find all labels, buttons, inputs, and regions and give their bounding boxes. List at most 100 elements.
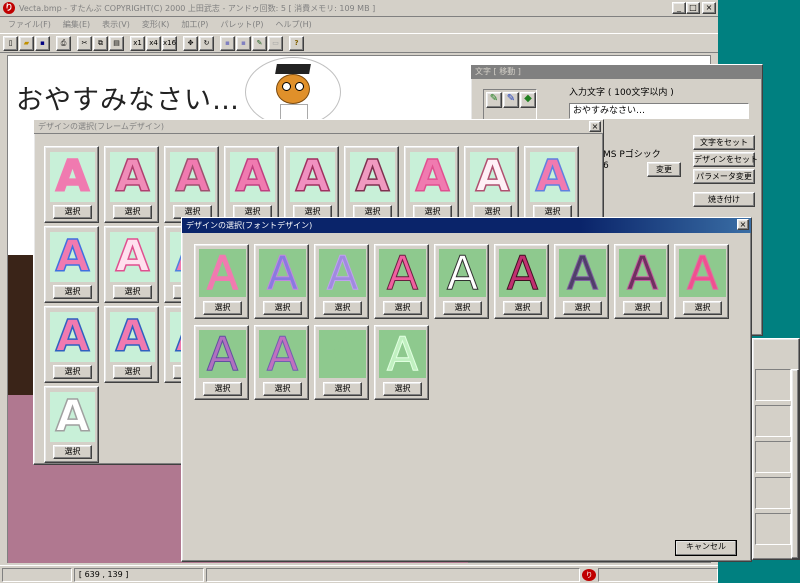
frame-select-button[interactable]: 選択 — [53, 365, 92, 379]
font-select-button[interactable]: 選択 — [563, 301, 602, 315]
font-design-glyph: A — [386, 327, 419, 381]
status-cell-4 — [598, 567, 718, 582]
side-panel-window — [752, 338, 800, 560]
side-panel-slot[interactable] — [755, 405, 791, 437]
font-design-cell: A 選択 — [494, 244, 549, 319]
menu-view[interactable]: 表示(V) — [102, 19, 130, 30]
side-panel-slot[interactable] — [755, 441, 791, 473]
menu-palette[interactable]: パレット(P) — [220, 19, 263, 30]
print-icon[interactable]: ⎙ — [56, 35, 71, 51]
font-design-cell: A 選択 — [314, 325, 369, 400]
frame-design-preview: A — [410, 152, 455, 202]
set-design-button[interactable]: デザインをセット — [693, 152, 758, 167]
font-select-button[interactable]: 選択 — [383, 301, 422, 315]
menu-process[interactable]: 加工(P) — [181, 19, 208, 30]
frame-design-glyph: A — [115, 151, 151, 202]
font-design-glyph: A — [506, 246, 539, 300]
font-select-button[interactable]: 選択 — [203, 301, 242, 315]
menu-file[interactable]: ファイル(F) — [8, 19, 51, 30]
frame-design-preview: A — [110, 152, 155, 202]
cut-icon[interactable]: ✂ — [77, 35, 92, 51]
text-input-field[interactable]: おやすみなさい… — [569, 103, 749, 119]
new-file-icon[interactable]: ▯ — [3, 35, 18, 51]
frame-design-glyph: A — [355, 151, 391, 202]
frame-design-glyph: A — [55, 231, 91, 282]
font-design-preview: A — [199, 330, 246, 378]
fill-icon[interactable]: ◆ — [520, 92, 536, 108]
font-select-button[interactable]: 選択 — [683, 301, 722, 315]
font-design-cell: A 選択 — [434, 244, 489, 319]
font-design-cell: A 選択 — [194, 325, 249, 400]
menu-transform[interactable]: 変形(K) — [142, 19, 170, 30]
font-design-preview: A — [439, 249, 486, 297]
font-design-glyph: A — [446, 246, 479, 300]
paste-icon[interactable]: ▤ — [109, 35, 124, 51]
frame-select-button[interactable]: 選択 — [113, 365, 152, 379]
tool-a-icon[interactable]: ▪ — [220, 35, 235, 51]
frame-select-button[interactable]: 選択 — [113, 205, 152, 219]
font-design-glyph: A — [266, 327, 299, 381]
font-select-button[interactable]: 選択 — [383, 382, 422, 396]
minimize-button[interactable]: _ — [672, 2, 686, 14]
input-label: 入力文字 ( 100文字以内 ) — [569, 88, 674, 98]
frame-select-button[interactable]: 選択 — [53, 285, 92, 299]
frame-design-cell: A選択 — [344, 146, 399, 223]
frame-design-cell: A選択 — [224, 146, 279, 223]
font-design-cell: A 選択 — [194, 244, 249, 319]
open-folder-icon[interactable]: ▰ — [19, 35, 34, 51]
side-panel-slot[interactable] — [755, 477, 791, 509]
frame-design-glyph: A — [115, 231, 151, 282]
font-select-button[interactable]: 選択 — [623, 301, 662, 315]
font-select-button[interactable]: 選択 — [203, 382, 242, 396]
frame-design-cell: A選択 — [44, 306, 99, 383]
menu-edit[interactable]: 編集(E) — [63, 19, 90, 30]
help-icon[interactable]: ? — [289, 35, 304, 51]
tool-b-icon[interactable]: ▪ — [236, 35, 251, 51]
font-design-cell: A 選択 — [374, 244, 429, 319]
pen-green-icon[interactable]: ✎ — [486, 92, 502, 108]
rotate-icon[interactable]: ↻ — [199, 35, 214, 51]
bake-button[interactable]: 焼き付け — [693, 192, 755, 207]
frame-select-button[interactable]: 選択 — [113, 285, 152, 299]
frame-design-glyph: A — [55, 391, 91, 442]
side-panel-scrollbar[interactable] — [791, 369, 799, 559]
zoom-x4-button[interactable]: x4 — [146, 35, 161, 51]
font-select-button[interactable]: 選択 — [323, 301, 362, 315]
change-param-button[interactable]: パラメータ変更 — [693, 169, 755, 184]
frame-select-button[interactable]: 選択 — [53, 445, 92, 459]
zoom-x16-button[interactable]: x16 — [162, 35, 177, 51]
frame-design-preview: A — [470, 152, 515, 202]
side-panel-slot[interactable] — [755, 513, 791, 545]
font-change-button[interactable]: 変更 — [647, 162, 681, 177]
font-select-button[interactable]: 選択 — [323, 382, 362, 396]
menu-bar: ファイル(F) 編集(E) 表示(V) 変形(K) 加工(P) パレット(P) … — [0, 17, 718, 32]
font-design-cell: A 選択 — [314, 244, 369, 319]
move-icon[interactable]: ✥ — [183, 35, 198, 51]
frame-design-preview: A — [50, 392, 95, 442]
close-button[interactable]: × — [702, 2, 716, 14]
font-design-glyph: A — [566, 246, 599, 300]
font-design-glyph: A — [206, 246, 239, 300]
copy-icon[interactable]: ⧉ — [93, 35, 108, 51]
side-panel-slot[interactable] — [755, 369, 791, 401]
frame-select-button[interactable]: 選択 — [53, 205, 92, 219]
font-design-dialog: デザインの選択(フォントデザイン) × A 選択 A 選択 A 選択 A 選択 A 選択 A 選択 A 選… — [181, 217, 752, 562]
font-select-button[interactable]: 選択 — [263, 382, 302, 396]
toolbar: ▯ ▰ ▪ ⎙ ✂ ⧉ ▤ x1 x4 x16 ✥ ↻ ▪ ▪ ✎ ▭ ? — [0, 33, 718, 53]
font-design-preview: A — [619, 249, 666, 297]
menu-help[interactable]: ヘルプ(H) — [276, 19, 312, 30]
cancel-button[interactable]: キャンセル — [675, 540, 737, 556]
maximize-button[interactable]: □ — [686, 2, 700, 14]
font-select-button[interactable]: 選択 — [503, 301, 542, 315]
zoom-x1-button[interactable]: x1 — [130, 35, 145, 51]
font-design-cell: A 選択 — [554, 244, 609, 319]
save-icon[interactable]: ▪ — [35, 35, 50, 51]
pen-icon[interactable]: ✎ — [252, 35, 267, 51]
font-select-button[interactable]: 選択 — [443, 301, 482, 315]
set-text-button[interactable]: 文字をセット — [693, 135, 755, 150]
font-select-button[interactable]: 選択 — [263, 301, 302, 315]
frame-design-preview: A — [50, 152, 95, 202]
font-design-glyph: A — [326, 327, 359, 381]
pen-blue-icon[interactable]: ✎ — [503, 92, 519, 108]
eraser-icon[interactable]: ▭ — [268, 35, 283, 51]
